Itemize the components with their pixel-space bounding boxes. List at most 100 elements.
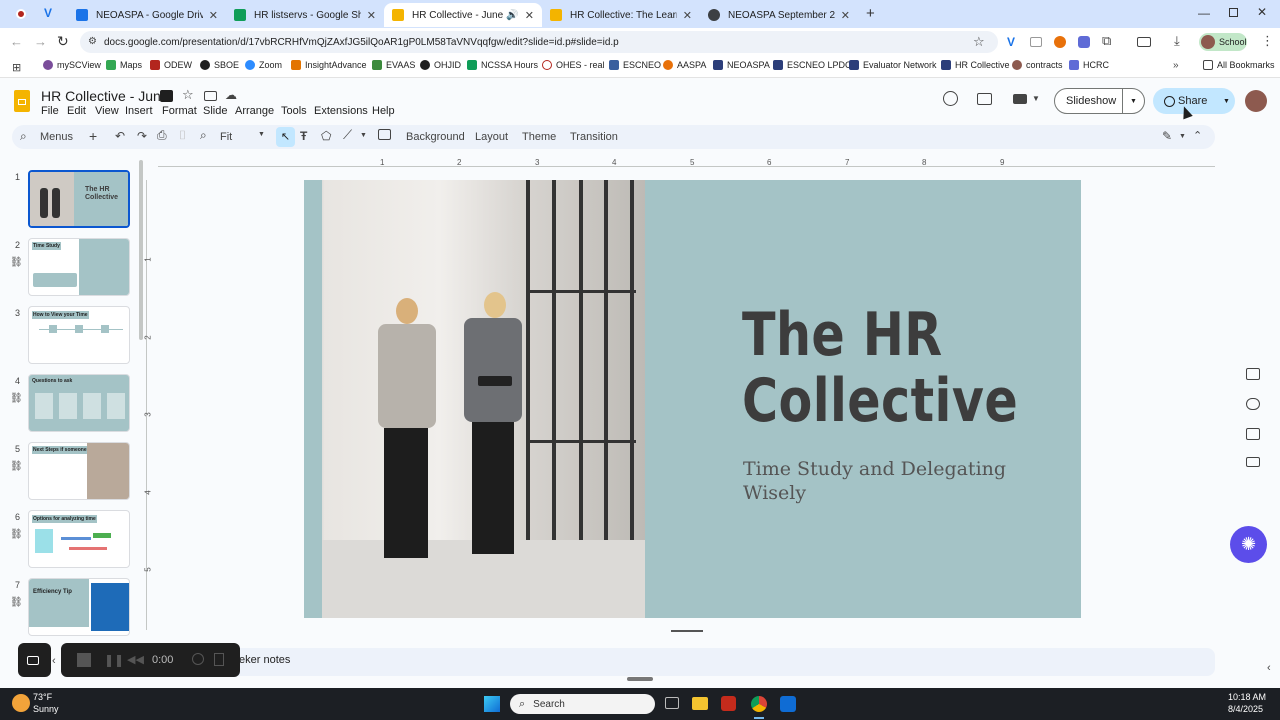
linked-object-icon[interactable]: ⛓ <box>10 461 23 472</box>
slide-thumbnail-5[interactable]: Next Steps if someone asks <box>28 442 130 500</box>
restore-icon[interactable] <box>1229 8 1238 17</box>
slide-canvas[interactable]: The HR Collective Time Study and Delegat… <box>304 180 1081 618</box>
bookmark-ohes[interactable]: OHES - real <box>542 60 605 70</box>
move-folder-icon[interactable] <box>160 90 173 102</box>
comment-add-icon[interactable] <box>378 129 391 140</box>
tab-neoaspa-september[interactable]: NEOASPA September 2025 - G ✕ <box>700 3 858 27</box>
redo-icon[interactable]: ↷ <box>137 129 147 143</box>
panel-drag-handle[interactable] <box>627 677 653 681</box>
folder-panel-icon[interactable] <box>1246 457 1260 467</box>
task-view-icon[interactable] <box>665 697 679 709</box>
outlook-icon[interactable] <box>780 696 796 712</box>
slide-photo[interactable] <box>304 180 645 618</box>
menu-tools[interactable]: Tools <box>281 105 307 117</box>
bookmark-myscview[interactable]: mySCView <box>43 60 101 70</box>
chevron-down-icon[interactable]: ▼ <box>1179 133 1186 140</box>
reload-icon[interactable]: ↻ <box>57 33 69 50</box>
tab-hr-collective-learning[interactable]: HR Collective: The Learning - A ✕ <box>542 3 700 27</box>
menu-help[interactable]: Help <box>372 105 395 117</box>
tasks-icon[interactable] <box>1246 398 1260 410</box>
background-button[interactable]: Background <box>406 131 465 143</box>
more-bookmarks-icon[interactable]: » <box>1173 60 1179 71</box>
forward-icon[interactable]: → <box>34 34 47 49</box>
menu-arrange[interactable]: Arrange <box>235 105 274 117</box>
pen-mode-icon[interactable]: ✎ <box>1162 129 1172 143</box>
menu-format[interactable]: Format <box>162 105 197 117</box>
extensions-puzzle-icon[interactable]: ⧉ <box>1102 33 1111 49</box>
profile-chip[interactable]: School <box>1199 33 1247 51</box>
bookmark-maps[interactable]: Maps <box>106 60 142 70</box>
line-tool-icon[interactable]: ⟋ <box>343 127 352 143</box>
print-icon[interactable]: ⎙ <box>157 128 167 143</box>
windows-start-icon[interactable] <box>484 696 500 712</box>
file-explorer-icon[interactable] <box>692 697 708 710</box>
linked-object-icon[interactable]: ⛓ <box>10 597 23 608</box>
keep-notes-icon[interactable] <box>1246 368 1260 380</box>
new-slide-icon[interactable]: + <box>89 128 97 144</box>
chevron-down-icon[interactable]: ▼ <box>360 132 367 139</box>
bookmark-insightadvance[interactable]: InsightAdvance <box>291 60 367 70</box>
menus-search[interactable]: Menus <box>40 131 73 143</box>
address-bar[interactable]: ⚙ docs.google.com/presentation/d/17vbRCR… <box>80 31 998 53</box>
cloud-status-icon[interactable]: ☁ <box>225 88 237 102</box>
slide-thumbnail-7[interactable]: Efficiency Tip <box>28 578 130 636</box>
transition-button[interactable]: Transition <box>570 131 618 143</box>
snipping-tool-icon[interactable] <box>721 696 736 711</box>
extension-badge-icon[interactable] <box>1078 36 1090 48</box>
version-history-icon[interactable] <box>943 91 958 106</box>
menu-slide[interactable]: Slide <box>203 105 227 117</box>
menu-insert[interactable]: Insert <box>125 105 153 117</box>
bookmark-zoom[interactable]: Zoom <box>245 60 282 70</box>
linked-object-icon[interactable]: ⛓ <box>10 529 23 540</box>
meet-dropdown-icon[interactable]: ▼ <box>1032 94 1040 103</box>
search-icon[interactable]: ⌕ <box>20 129 27 144</box>
bookmark-hr-collective[interactable]: HR Collective <box>941 60 1010 70</box>
zoom-icon[interactable]: ⌕ <box>200 128 207 143</box>
bookmark-escneo-lpdc[interactable]: ESCNEO LPDC <box>773 60 852 70</box>
text-box-icon[interactable]: Ŧ <box>300 129 307 143</box>
extension-v2-icon[interactable]: V <box>1007 35 1015 49</box>
system-date[interactable]: 8/4/2025 <box>1228 704 1263 714</box>
slide-thumbnail-1[interactable]: The HR Collective <box>28 170 130 228</box>
audio-playing-icon[interactable]: 🔊 <box>506 10 518 21</box>
bookmark-ncssa[interactable]: NCSSA Hours <box>467 60 538 70</box>
collapse-recorder-icon[interactable]: ‹ <box>52 655 56 667</box>
slideshow-button[interactable]: Slideshow ▼ <box>1054 88 1145 114</box>
comments-icon[interactable] <box>977 93 992 105</box>
browser-menu-icon[interactable]: ⋮ <box>1261 33 1274 49</box>
stop-icon[interactable] <box>77 653 91 667</box>
extension-screen-icon[interactable] <box>1030 37 1042 47</box>
close-tab-icon[interactable]: ✕ <box>367 9 376 22</box>
tab-neoaspa-drive[interactable]: NEOASPA - Google Drive ✕ <box>68 3 226 27</box>
close-tab-icon[interactable]: ✕ <box>683 9 692 22</box>
bookmark-star-icon[interactable]: ☆ <box>973 34 985 50</box>
zoom-select[interactable]: Fit ▼ <box>220 131 266 143</box>
site-info-icon[interactable]: ⚙ <box>88 36 97 47</box>
extension-v-icon[interactable]: V <box>44 6 52 20</box>
slide-thumbnail-6[interactable]: Options for analyzing time <box>28 510 130 568</box>
taskbar-search[interactable]: ⌕ Search <box>510 694 655 714</box>
document-title[interactable]: HR Collective - June <box>41 88 169 104</box>
slide-subtitle[interactable]: Time Study and Delegating Wisely <box>743 457 1013 505</box>
paint-format-icon[interactable]: ⌷ <box>179 128 186 143</box>
folder-icon[interactable] <box>204 91 217 101</box>
undo-icon[interactable]: ↶ <box>115 129 125 143</box>
speaker-notes-bar[interactable] <box>158 648 1215 676</box>
linked-object-icon[interactable]: ⛓ <box>10 257 23 268</box>
bookmark-odew[interactable]: ODEW <box>150 60 192 70</box>
star-icon[interactable]: ☆ <box>182 87 194 103</box>
extension-color-icon[interactable] <box>1054 36 1066 48</box>
chevron-down-icon[interactable]: ▼ <box>1130 98 1137 105</box>
bookmark-aaspa[interactable]: AASPA <box>663 60 706 70</box>
collapse-menus-icon[interactable]: ⌃ <box>1193 129 1202 142</box>
chrome-icon[interactable] <box>751 696 767 712</box>
close-tab-icon[interactable]: ✕ <box>209 9 218 22</box>
menu-edit[interactable]: Edit <box>67 105 86 117</box>
delete-icon[interactable] <box>214 653 224 666</box>
tab-hr-collective-june[interactable]: HR Collective - June - Goog 🔊 ✕ <box>384 3 542 27</box>
bookmark-evaluator-network[interactable]: Evaluator Network <box>849 60 937 70</box>
bookmark-escneo[interactable]: ESCNEO <box>609 60 661 70</box>
rewind-icon[interactable]: ◀◀ <box>127 653 144 666</box>
meet-camera-icon[interactable] <box>1013 94 1027 104</box>
close-tab-icon[interactable]: ✕ <box>841 9 850 22</box>
